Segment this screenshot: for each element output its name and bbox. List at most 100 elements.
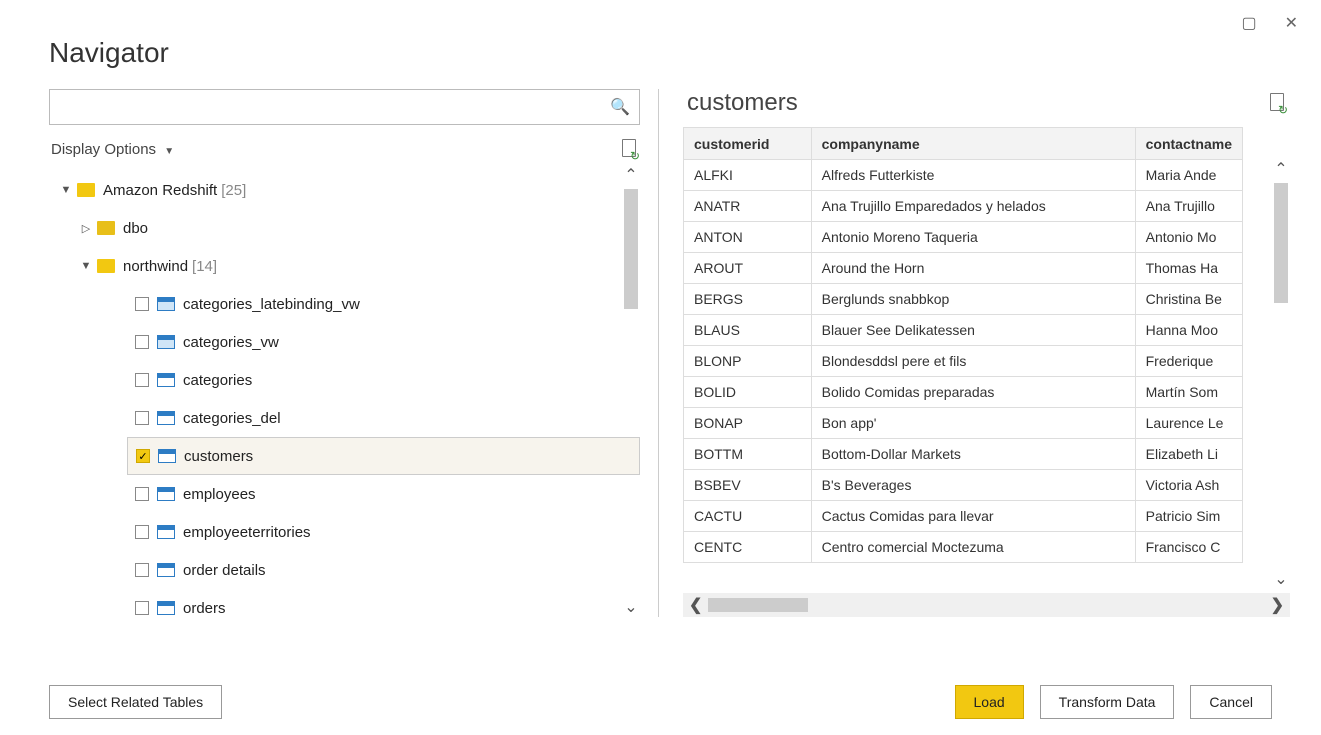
table-row[interactable]: ANATRAna Trujillo Emparedados y heladosA…: [684, 191, 1243, 222]
tree-node-table[interactable]: categories_latebinding_vw: [49, 285, 640, 323]
table-cell: Thomas Ha: [1135, 253, 1242, 284]
load-button[interactable]: Load: [955, 685, 1024, 719]
table-row[interactable]: BLONPBlondesddsl pere et filsFrederique: [684, 346, 1243, 377]
scroll-down-icon[interactable]: ⌄: [624, 597, 637, 617]
scroll-left-icon[interactable]: ❮: [689, 595, 702, 615]
table-row[interactable]: BERGSBerglunds snabbkopChristina Be: [684, 284, 1243, 315]
table-cell: Berglunds snabbkop: [811, 284, 1135, 315]
folder-icon: [97, 259, 115, 273]
table-cell: Frederique: [1135, 346, 1242, 377]
tree-label: northwind: [123, 258, 188, 275]
checkbox[interactable]: [135, 373, 149, 387]
cancel-button[interactable]: Cancel: [1190, 685, 1272, 719]
table-cell: Bottom-Dollar Markets: [811, 439, 1135, 470]
table-row[interactable]: BOLIDBolido Comidas preparadasMartín Som: [684, 377, 1243, 408]
tree-count: [14]: [192, 258, 217, 275]
table-cell: Francisco C: [1135, 532, 1242, 563]
tree-node-table[interactable]: categories: [49, 361, 640, 399]
display-options-dropdown[interactable]: Display Options ▼: [51, 141, 174, 158]
tree-node-root[interactable]: ▼ Amazon Redshift [25]: [49, 171, 640, 209]
tree-scrollbar[interactable]: ⌃ ⌄: [622, 165, 640, 617]
tree-node-table[interactable]: order details: [49, 551, 640, 589]
table-cell: ALFKI: [684, 160, 812, 191]
collapse-icon[interactable]: ▼: [59, 184, 73, 196]
table-cell: Ana Trujillo Emparedados y helados: [811, 191, 1135, 222]
checkbox[interactable]: [135, 297, 149, 311]
table-cell: Ana Trujillo: [1135, 191, 1242, 222]
column-header[interactable]: contactname: [1135, 128, 1242, 160]
table-row[interactable]: BONAPBon app'Laurence Le: [684, 408, 1243, 439]
search-input[interactable]: [49, 89, 640, 125]
tree-node-table[interactable]: categories_vw: [49, 323, 640, 361]
tree-node-schema-dbo[interactable]: ▷ dbo: [49, 209, 640, 247]
table-row[interactable]: BSBEVB's BeveragesVictoria Ash: [684, 470, 1243, 501]
scroll-thumb[interactable]: [1274, 183, 1288, 303]
table-row[interactable]: AROUTAround the HornThomas Ha: [684, 253, 1243, 284]
close-icon[interactable]: ✕: [1285, 13, 1298, 33]
preview-title: customers: [687, 89, 798, 117]
checkbox[interactable]: [135, 487, 149, 501]
checkbox[interactable]: [135, 335, 149, 349]
select-related-tables-button[interactable]: Select Related Tables: [49, 685, 222, 719]
table-icon: [157, 411, 175, 425]
table-cell: Maria Ande: [1135, 160, 1242, 191]
scroll-thumb[interactable]: [708, 598, 808, 612]
search-icon[interactable]: 🔍: [610, 97, 630, 117]
expand-icon[interactable]: ▷: [79, 222, 93, 235]
scroll-down-icon[interactable]: ⌄: [1274, 569, 1287, 589]
table-cell: Patricio Sim: [1135, 501, 1242, 532]
grid-vertical-scrollbar[interactable]: ⌃ ⌄: [1272, 159, 1290, 589]
page-title: Navigator: [49, 37, 1272, 69]
tree-node-table[interactable]: orders: [49, 589, 640, 617]
tree-node-schema-northwind[interactable]: ▼ northwind [14]: [49, 247, 640, 285]
collapse-icon[interactable]: ▼: [79, 260, 93, 272]
checkbox[interactable]: [135, 411, 149, 425]
table-cell: Bon app': [811, 408, 1135, 439]
table-row[interactable]: BOTTMBottom-Dollar MarketsElizabeth Li: [684, 439, 1243, 470]
tree-label: dbo: [123, 220, 148, 237]
table-cell: AROUT: [684, 253, 812, 284]
view-icon: [157, 335, 175, 349]
table-row[interactable]: BLAUSBlauer See DelikatessenHanna Moo: [684, 315, 1243, 346]
column-header[interactable]: customerid: [684, 128, 812, 160]
display-options-label: Display Options: [51, 141, 156, 158]
tree-node-table[interactable]: employeeterritories: [49, 513, 640, 551]
table-icon: [157, 601, 175, 615]
tree-node-table[interactable]: categories_del: [49, 399, 640, 437]
table-cell: Blauer See Delikatessen: [811, 315, 1135, 346]
table-icon: [157, 373, 175, 387]
tree-label: employees: [183, 486, 256, 503]
checkbox[interactable]: ✓: [136, 449, 150, 463]
table-icon: [157, 487, 175, 501]
tree-label: categories: [183, 372, 252, 389]
maximize-icon[interactable]: ▢: [1241, 13, 1256, 33]
table-row[interactable]: CENTCCentro comercial MoctezumaFrancisco…: [684, 532, 1243, 563]
table-cell: Laurence Le: [1135, 408, 1242, 439]
table-cell: Centro comercial Moctezuma: [811, 532, 1135, 563]
table-cell: Alfreds Futterkiste: [811, 160, 1135, 191]
table-cell: ANATR: [684, 191, 812, 222]
table-row[interactable]: ALFKIAlfreds FutterkisteMaria Ande: [684, 160, 1243, 191]
transform-data-button[interactable]: Transform Data: [1040, 685, 1175, 719]
grid-horizontal-scrollbar[interactable]: ❮ ❯: [683, 593, 1290, 617]
checkbox[interactable]: [135, 563, 149, 577]
table-row[interactable]: CACTUCactus Comidas para llevarPatricio …: [684, 501, 1243, 532]
table-cell: Victoria Ash: [1135, 470, 1242, 501]
tree-label: categories_del: [183, 410, 281, 427]
scroll-thumb[interactable]: [624, 189, 638, 309]
checkbox[interactable]: [135, 525, 149, 539]
refresh-preview-icon[interactable]: [1268, 93, 1286, 113]
column-header[interactable]: companyname: [811, 128, 1135, 160]
table-cell: BERGS: [684, 284, 812, 315]
table-cell: Around the Horn: [811, 253, 1135, 284]
table-cell: ANTON: [684, 222, 812, 253]
checkbox[interactable]: [135, 601, 149, 615]
scroll-up-icon[interactable]: ⌃: [624, 165, 637, 185]
refresh-tree-icon[interactable]: [620, 139, 638, 159]
tree-node-table[interactable]: employees: [49, 475, 640, 513]
table-row[interactable]: ANTONAntonio Moreno TaqueriaAntonio Mo: [684, 222, 1243, 253]
scroll-up-icon[interactable]: ⌃: [1274, 159, 1287, 179]
table-cell: Elizabeth Li: [1135, 439, 1242, 470]
tree-node-table[interactable]: ✓customers: [127, 437, 640, 475]
scroll-right-icon[interactable]: ❯: [1271, 595, 1284, 615]
